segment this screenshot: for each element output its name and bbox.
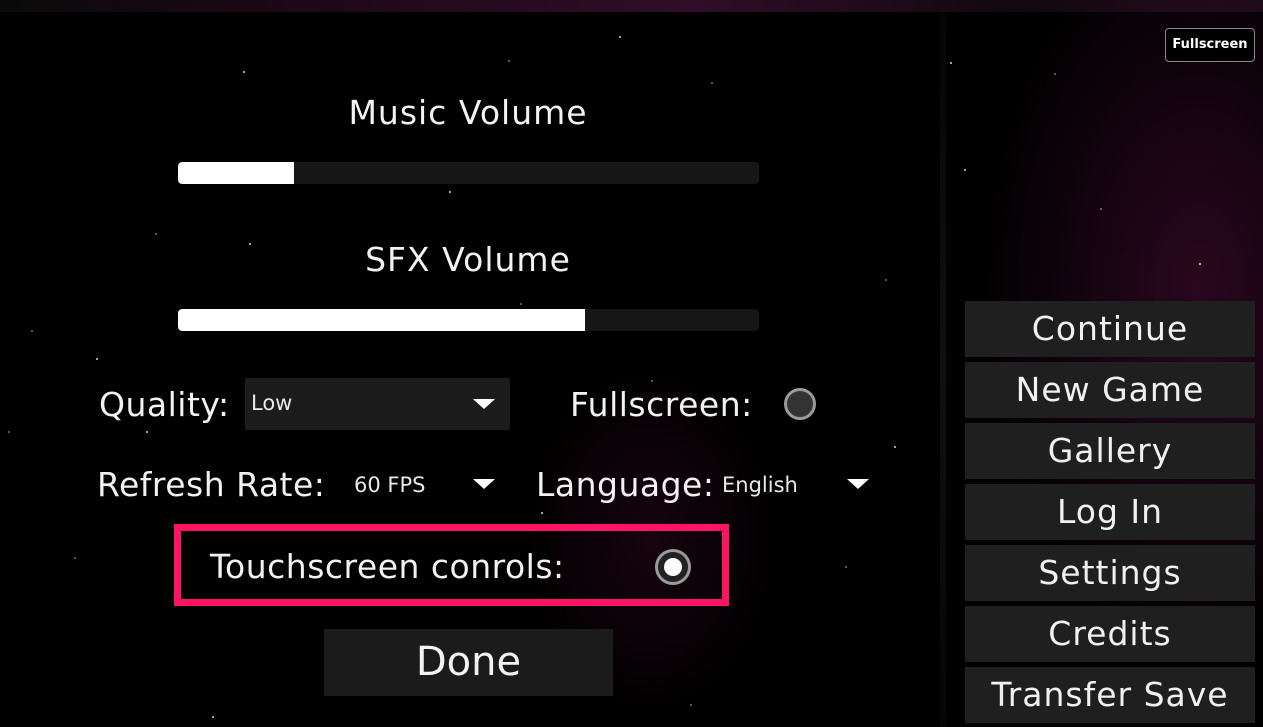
music-volume-slider[interactable] xyxy=(178,162,759,184)
star xyxy=(950,62,952,64)
touchscreen-label: Touchscreen conrols: xyxy=(210,547,565,586)
star xyxy=(894,446,896,448)
caret-down-icon xyxy=(847,479,869,489)
fullscreen-button[interactable]: Fullscreen xyxy=(1165,28,1255,62)
menu-log-in-button[interactable]: Log In xyxy=(965,484,1255,540)
star xyxy=(74,557,76,559)
star xyxy=(885,279,887,281)
star xyxy=(1054,73,1056,75)
star xyxy=(964,169,966,171)
done-button[interactable]: Done xyxy=(324,629,613,696)
star xyxy=(690,704,692,706)
sfx-volume-fill xyxy=(178,309,585,331)
menu-settings-button[interactable]: Settings xyxy=(965,545,1255,601)
star xyxy=(146,431,148,433)
star xyxy=(96,358,98,360)
star xyxy=(8,431,10,433)
fullscreen-toggle[interactable] xyxy=(784,388,816,420)
touchscreen-toggle[interactable] xyxy=(655,549,691,585)
language-label: Language: xyxy=(536,465,715,504)
menu-continue-button[interactable]: Continue xyxy=(965,301,1255,357)
menu-gallery-button[interactable]: Gallery xyxy=(965,423,1255,479)
menu-transfer-save-button[interactable]: Transfer Save xyxy=(965,667,1255,723)
caret-down-icon xyxy=(473,479,495,489)
quality-value: Low xyxy=(251,391,293,415)
quality-dropdown[interactable]: Low xyxy=(245,378,510,430)
game-screen: Fullscreen Music Volume SFX Volume Quali… xyxy=(0,0,1263,727)
fullscreen-label: Fullscreen: xyxy=(570,385,753,424)
menu-new-game-button[interactable]: New Game xyxy=(965,362,1255,418)
star xyxy=(31,330,33,332)
star xyxy=(1199,263,1201,265)
sfx-volume-slider[interactable] xyxy=(178,309,759,331)
star xyxy=(1100,208,1102,210)
music-volume-fill xyxy=(178,162,295,184)
music-volume-label: Music Volume xyxy=(348,93,588,132)
star xyxy=(243,71,245,73)
star xyxy=(619,36,621,38)
star xyxy=(845,566,847,568)
star xyxy=(711,82,713,84)
refresh-rate-value: 60 FPS xyxy=(354,473,426,497)
star xyxy=(541,512,543,514)
radio-dot-icon xyxy=(664,558,682,576)
star xyxy=(155,233,157,235)
star xyxy=(449,191,451,193)
star xyxy=(520,303,522,305)
language-dropdown[interactable]: English xyxy=(716,462,876,508)
panel-divider xyxy=(940,12,946,727)
refresh-rate-label: Refresh Rate: xyxy=(97,465,326,504)
star xyxy=(212,716,214,718)
star xyxy=(508,60,510,62)
language-value: English xyxy=(722,473,798,497)
quality-label: Quality: xyxy=(99,385,230,424)
sfx-volume-label: SFX Volume xyxy=(365,240,571,279)
caret-down-icon xyxy=(473,399,495,409)
star xyxy=(651,380,653,382)
refresh-rate-dropdown[interactable]: 60 FPS xyxy=(348,462,508,508)
menu-credits-button[interactable]: Credits xyxy=(965,606,1255,662)
